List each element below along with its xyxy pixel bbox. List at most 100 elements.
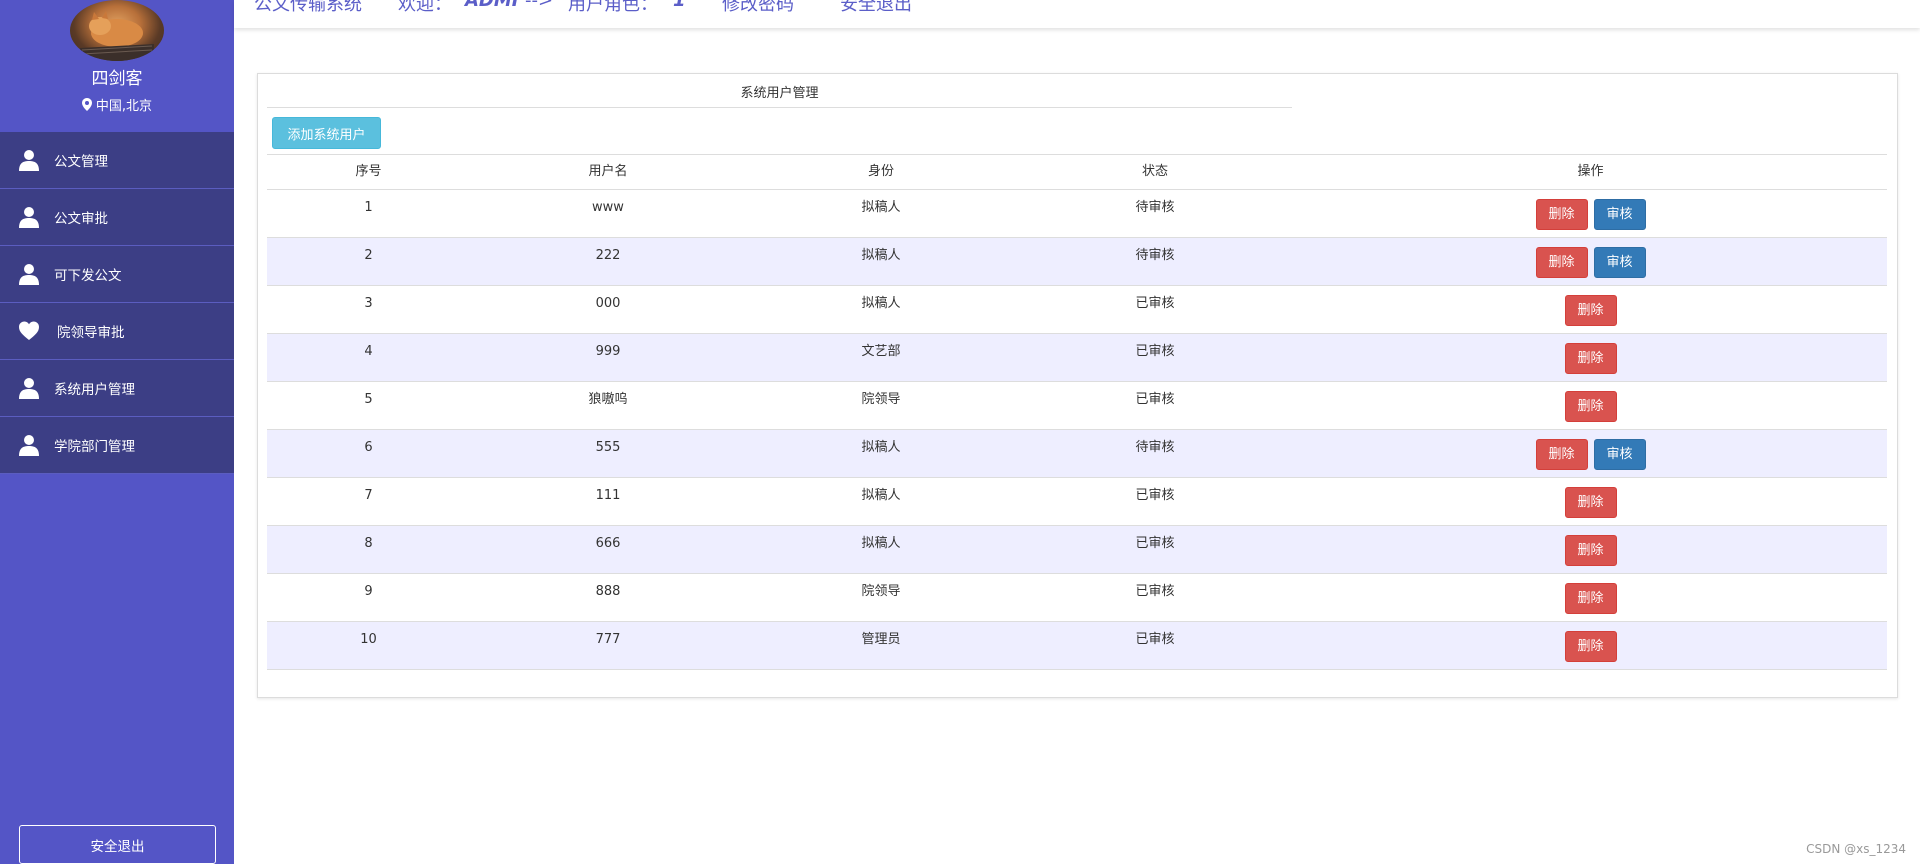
cell-username: 555 (595, 440, 621, 455)
cell-username: 999 (595, 344, 621, 359)
cell-status: 待审核 (1135, 248, 1175, 263)
cell-status: 已审核 (1135, 344, 1175, 359)
sidebar: 四剑客 中国,北京 公文管理 公文审批 可下发公文 院领导审批 系统用户管理 学… (0, 0, 234, 864)
delete-button[interactable]: 删除 (1564, 631, 1617, 662)
cell-identity: 院领导 (861, 392, 901, 407)
table-row: 4 999 文艺部 已审核 删除 (267, 334, 1887, 382)
header-username: 用户名 (588, 164, 628, 179)
delete-button[interactable]: 删除 (1564, 487, 1617, 518)
delete-button[interactable]: 删除 (1564, 583, 1617, 614)
cell-actions: 删除 (1294, 286, 1887, 333)
header-status: 状态 (1141, 164, 1168, 179)
sidebar-item-label: 系统用户管理 (54, 382, 135, 398)
system-name: 公文传输系统 (254, 0, 362, 15)
change-password-link[interactable]: 修改密码 (722, 0, 794, 16)
sidebar-item-label: 学院部门管理 (54, 439, 135, 455)
cell-actions: 删除 (1294, 574, 1887, 621)
cell-status: 待审核 (1135, 440, 1175, 455)
audit-button[interactable]: 审核 (1593, 247, 1646, 278)
cell-status: 已审核 (1135, 584, 1175, 599)
cell-identity: 文艺部 (861, 344, 901, 359)
profile: 四剑客 中国,北京 (0, 0, 234, 132)
delete-button[interactable]: 删除 (1564, 535, 1617, 566)
sidebar-item-dispatchable-documents[interactable]: 可下发公文 (0, 246, 234, 303)
sidebar-item-label: 公文审批 (54, 211, 108, 227)
sidebar-item-label: 院领导审批 (57, 325, 125, 341)
table-row: 10 777 管理员 已审核 删除 (267, 622, 1887, 670)
cell-status: 已审核 (1135, 536, 1175, 551)
sidebar-logout-button[interactable]: 安全退出 (19, 825, 216, 864)
sidebar-item-system-users[interactable]: 系统用户管理 (0, 360, 234, 417)
table-row: 9 888 院领导 已审核 删除 (267, 574, 1887, 622)
sidebar-item-document-approval[interactable]: 公文审批 (0, 189, 234, 246)
watermark: CSDN @xs_1234 (1806, 842, 1906, 856)
delete-button[interactable]: 删除 (1564, 391, 1617, 422)
header-actions: 操作 (1577, 164, 1604, 179)
cell-status: 待审核 (1135, 200, 1175, 215)
delete-button[interactable]: 删除 (1535, 199, 1588, 230)
cell-index: 6 (364, 440, 373, 455)
cell-username: 000 (595, 296, 621, 311)
user-icon (0, 206, 54, 228)
cell-actions: 删除 审核 (1294, 190, 1887, 237)
cell-identity: 拟稿人 (861, 488, 901, 503)
cell-username: 222 (595, 248, 621, 263)
sidebar-item-document-management[interactable]: 公文管理 (0, 132, 234, 189)
cell-identity: 拟稿人 (861, 536, 901, 551)
map-pin-icon (81, 98, 92, 111)
user-icon (0, 377, 54, 399)
cell-index: 7 (364, 488, 373, 503)
table-row: 1 www 拟稿人 待审核 删除 审核 (267, 190, 1887, 238)
table-header: 序号 用户名 身份 状态 操作 (267, 155, 1887, 190)
table-row: 5 狼嗷呜 院领导 已审核 删除 (267, 382, 1887, 430)
delete-button[interactable]: 删除 (1535, 439, 1588, 470)
cell-index: 3 (364, 296, 373, 311)
top-bar: 公文传输系统 欢迎： ADMI --> 用户角色： 1 修改密码 安全退出 (234, 0, 1920, 28)
cell-username: 狼嗷呜 (588, 392, 628, 407)
cell-index: 2 (364, 248, 373, 263)
profile-location: 中国,北京 (0, 95, 234, 114)
cell-username: 888 (595, 584, 621, 599)
avatar[interactable] (70, 0, 164, 61)
cell-username: 666 (595, 536, 621, 551)
delete-button[interactable]: 删除 (1564, 295, 1617, 326)
location-text: 中国,北京 (95, 99, 153, 114)
users-table: 序号 用户名 身份 状态 操作 1 www 拟稿人 待审核 删除 审核 2 22… (267, 154, 1887, 670)
audit-button[interactable]: 审核 (1593, 439, 1646, 470)
heart-icon (0, 320, 54, 342)
cell-index: 4 (364, 344, 373, 359)
cell-actions: 删除 (1294, 382, 1887, 429)
cell-identity: 拟稿人 (861, 296, 901, 311)
sidebar-item-label: 可下发公文 (54, 268, 122, 284)
current-role: 1 (673, 0, 686, 11)
header-index: 序号 (355, 164, 382, 179)
cell-identity: 拟稿人 (861, 440, 901, 455)
cell-actions: 删除 审核 (1294, 238, 1887, 285)
cell-index: 1 (364, 200, 373, 215)
sidebar-item-label: 公文管理 (54, 154, 108, 170)
audit-button[interactable]: 审核 (1593, 199, 1646, 230)
delete-button[interactable]: 删除 (1564, 343, 1617, 374)
avatar-cat-image (80, 11, 154, 61)
table-row: 2 222 拟稿人 待审核 删除 审核 (267, 238, 1887, 286)
add-system-user-button[interactable]: 添加系统用户 (272, 117, 381, 149)
profile-name: 四剑客 (91, 69, 143, 89)
user-icon (0, 149, 54, 171)
current-username: ADMI (465, 0, 519, 11)
cell-username: www (592, 200, 624, 215)
table-row: 3 000 拟稿人 已审核 删除 (267, 286, 1887, 334)
cell-status: 已审核 (1135, 392, 1175, 407)
cell-actions: 删除 (1294, 478, 1887, 525)
delete-button[interactable]: 删除 (1535, 247, 1588, 278)
logout-link[interactable]: 安全退出 (840, 0, 912, 16)
sidebar-item-departments[interactable]: 学院部门管理 (0, 417, 234, 474)
role-label: 用户角色： (568, 0, 658, 15)
cell-identity: 院领导 (861, 584, 901, 599)
sidebar-item-leader-approval[interactable]: 院领导审批 (0, 303, 234, 360)
table-row: 6 555 拟稿人 待审核 删除 审核 (267, 430, 1887, 478)
cell-actions: 删除 (1294, 526, 1887, 573)
table-row: 8 666 拟稿人 已审核 删除 (267, 526, 1887, 574)
user-icon (0, 434, 54, 456)
cell-identity: 管理员 (861, 632, 901, 647)
cell-status: 已审核 (1135, 296, 1175, 311)
